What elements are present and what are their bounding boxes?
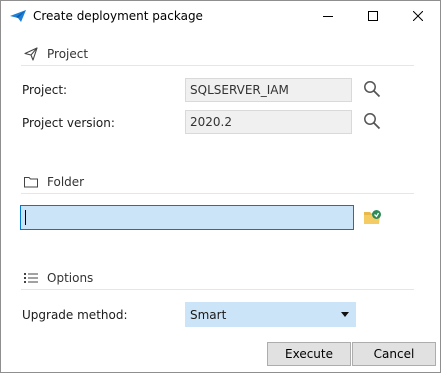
project-version-field: 2020.2 [185,110,352,134]
chevron-down-icon [341,312,349,317]
list-icon [23,270,39,286]
project-section-title: Project [47,47,89,61]
send-plane-icon [23,46,39,62]
project-label: Project: [22,83,68,97]
minimize-icon [322,16,333,17]
window-title: Create deployment package [33,9,203,23]
project-section-divider [21,65,414,66]
close-button[interactable] [395,1,440,31]
options-section-header: Options [23,269,93,287]
search-icon [364,81,381,98]
version-search-button[interactable] [362,111,382,131]
folder-browse-icon[interactable] [364,209,382,225]
text-caret [25,210,26,225]
project-version-label: Project version: [22,116,115,130]
upgrade-method-label: Upgrade method: [22,308,128,322]
app-icon [10,10,26,22]
maximize-icon [367,11,378,21]
search-icon [364,113,381,130]
options-section-divider [21,289,414,290]
options-section-title: Options [47,271,94,285]
title-bar[interactable]: Create deployment package [1,1,440,32]
execute-button[interactable]: Execute [267,342,351,366]
project-search-button[interactable] [362,79,382,99]
folder-section-header: Folder [23,173,84,191]
close-icon [412,11,423,21]
minimize-button[interactable] [305,1,350,31]
project-field: SQLSERVER_IAM [185,78,352,102]
folder-section-divider [21,193,414,194]
cancel-button[interactable]: Cancel [352,342,436,366]
deployment-dialog: Create deployment package Project Projec… [0,0,441,373]
folder-section-title: Folder [47,175,85,189]
project-section-header: Project [23,45,88,63]
folder-icon [23,174,39,190]
folder-path-input[interactable] [20,205,354,230]
maximize-button[interactable] [350,1,395,31]
upgrade-method-value: Smart [190,308,227,322]
upgrade-method-select[interactable]: Smart [185,302,356,327]
